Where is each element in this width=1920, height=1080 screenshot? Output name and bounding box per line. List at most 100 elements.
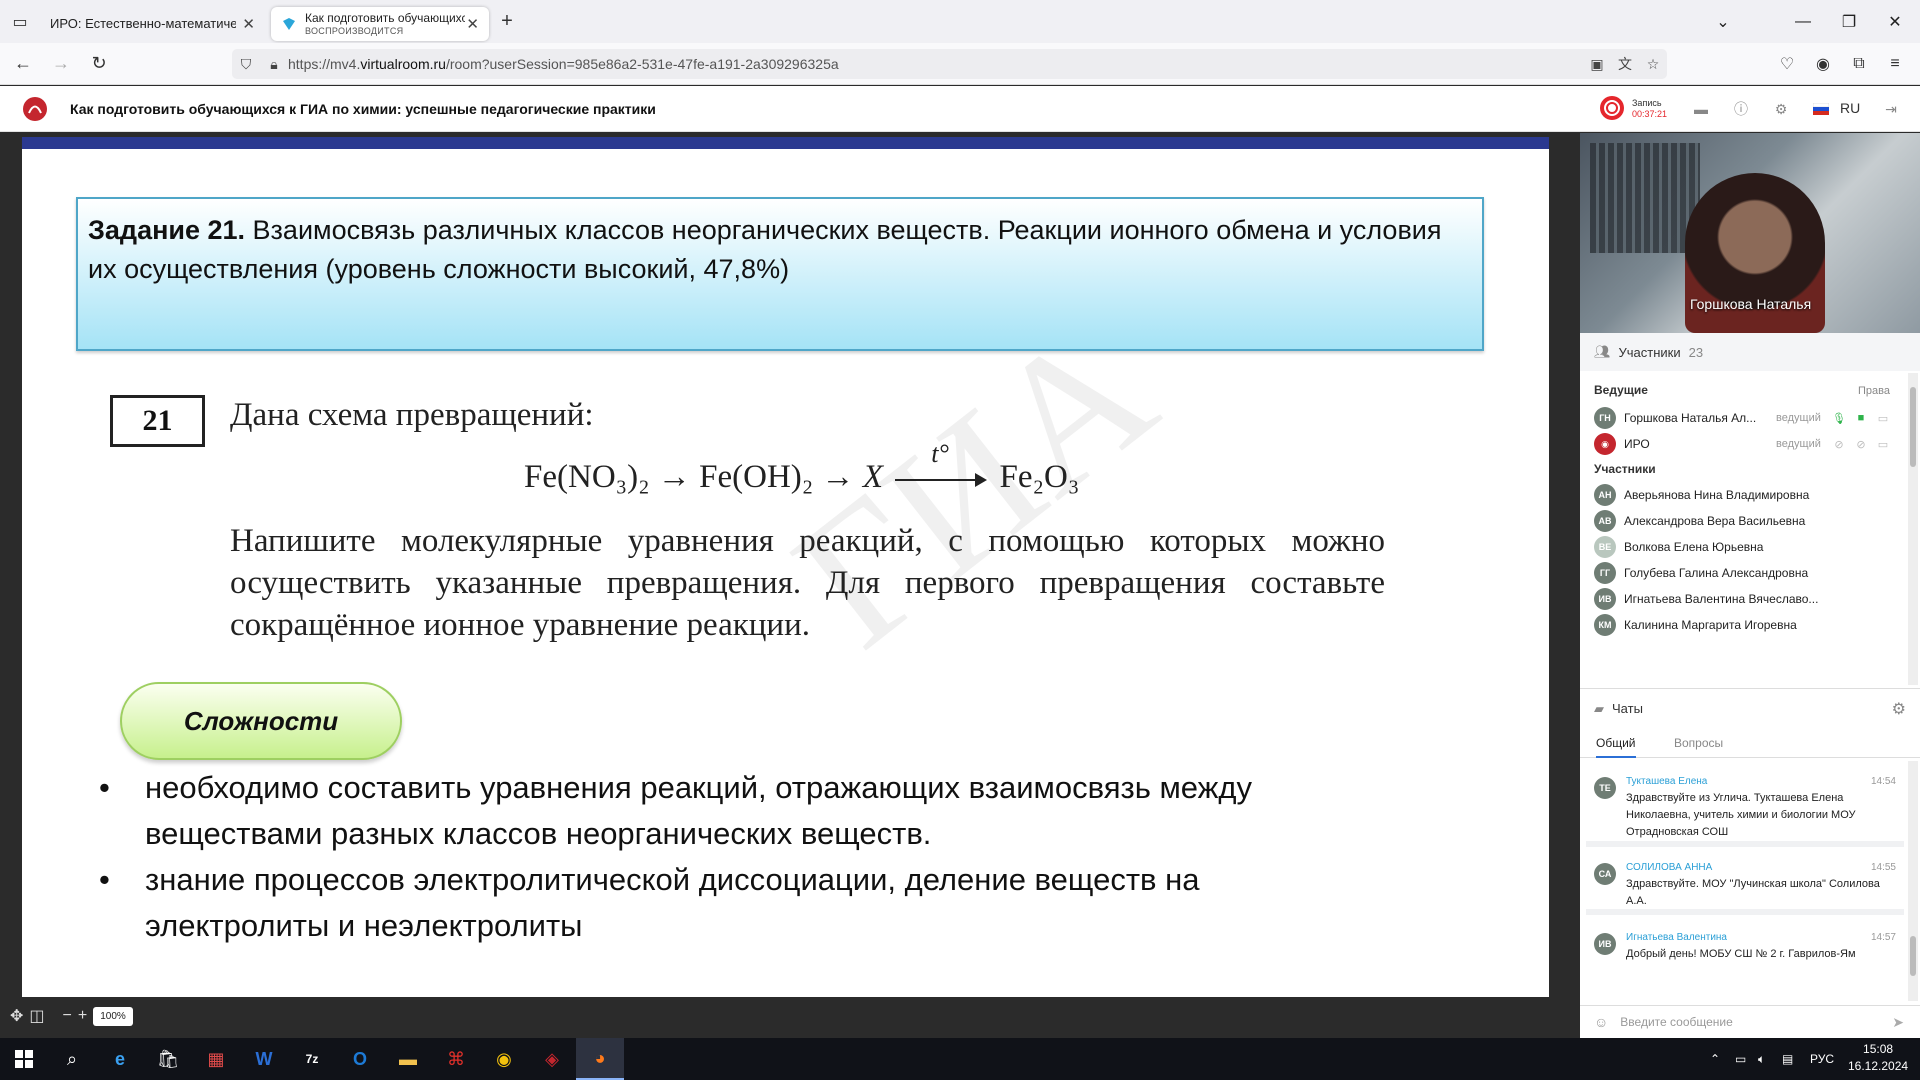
speaker-name: Горшкова Наталья [1690,296,1812,312]
back-icon[interactable]: ← [8,49,38,79]
volume-icon[interactable]: 🔈︎ [1758,1038,1765,1080]
zoom-level[interactable]: 100% [93,1006,133,1026]
exit-icon[interactable]: ⇥ [1880,98,1902,120]
participants-scrollbar[interactable] [1908,373,1918,685]
input-language[interactable]: РУС [1810,1038,1834,1080]
chat-message: ИВ Игнатьева Валентина 14:57 Добрый день… [1586,923,1904,969]
participant-row[interactable]: ГГ Голубева Галина Александровна [1594,561,1894,585]
zoom-out-icon[interactable]: − [63,1007,72,1025]
participants-header[interactable]: 👥︎ Участники 23 [1580,333,1920,371]
scrollbar-thumb[interactable] [1910,936,1916,976]
avatar: ГГ [1594,562,1616,584]
browser-nav-bar: ← → ↻ ⛉ 🔒︎ https://mv4.virtualroom.ru/ro… [0,43,1920,85]
tab-questions[interactable]: Вопросы [1674,736,1723,750]
chat-scrollbar[interactable] [1908,761,1918,1001]
minimize-icon[interactable]: — [1780,0,1826,43]
participant-row[interactable]: ВЕ Волкова Елена Юрьевна [1594,535,1894,559]
scrollbar-thumb[interactable] [1910,387,1916,467]
avatar: ГН [1594,407,1616,429]
pdf-app-icon[interactable]: ▦ [192,1038,240,1080]
lock-icon[interactable]: 🔒︎ [260,56,288,73]
7zip-icon[interactable]: 7z [288,1038,336,1080]
speaker-video[interactable]: Горшкова Наталья [1580,133,1920,333]
chat-input[interactable]: ☺ Введите сообщение ➤ [1580,1005,1920,1038]
extensions-icon[interactable]: ⧉ [1842,43,1876,85]
reload-icon[interactable]: ↻ [84,49,114,79]
send-icon[interactable]: ➤ [1892,1014,1904,1031]
pocket-icon[interactable]: ♡ [1770,43,1804,85]
translate-icon[interactable]: 文 [1611,54,1639,74]
avatar: ТЕ [1594,777,1616,799]
gear-icon[interactable]: ⚙ [1770,98,1792,120]
language-selector[interactable]: RU [1840,100,1860,116]
participant-row[interactable]: АН Аверьянова Нина Владимировна [1594,483,1894,507]
screen-share-icon[interactable]: ▭ [1872,438,1894,451]
participant-row[interactable]: КМ Калинина Маргарита Игоревна [1594,613,1894,637]
fit-icon[interactable]: ◫ [29,1006,44,1026]
zoom-in-icon[interactable]: + [78,1007,87,1025]
forward-icon[interactable]: → [46,49,76,79]
window-close-icon[interactable]: ✕ [1872,0,1918,43]
difficulties-list: необходимо составить уравнения реакций, … [85,765,1285,949]
tab-general[interactable]: Общий [1596,736,1636,758]
background-shelf [1590,143,1700,253]
slide-top-bar [22,137,1549,149]
url-bar[interactable]: ⛉ 🔒︎ https://mv4.virtualroom.ru/room?use… [232,49,1667,79]
acrobat-icon[interactable]: ⌘ [432,1038,480,1080]
network-icon[interactable]: ▭ [1735,1038,1746,1080]
host-row[interactable]: ◉ ИРО ведущий ⊘ ⊘ ▭ [1594,432,1894,456]
camera-off-icon[interactable]: ⊘ [1850,438,1872,451]
scheme-caption: Дана схема превращений: [230,397,594,433]
move-icon[interactable]: ✥ [10,1006,23,1026]
microphone-off-icon[interactable]: ⊘ [1828,438,1850,451]
folder-icon[interactable]: ▬ [1690,98,1712,120]
presentation-slide: ГИА Задание 21. Взаимосвязь различных кл… [22,137,1549,997]
participant-row[interactable]: ИВ Игнатьева Валентина Вячеславо... [1594,587,1894,611]
avatar: СА [1594,863,1616,885]
avatar: ВЕ [1594,536,1616,558]
record-icon[interactable] [1600,96,1624,120]
menu-icon[interactable]: ≡ [1878,43,1912,85]
participants-count: 23 [1688,344,1704,360]
gear-icon[interactable]: ⚙ [1892,699,1906,719]
system-clock[interactable]: 15:08 16.12.2024 [1848,1041,1908,1075]
store-icon[interactable]: 🛍︎ [144,1038,192,1080]
restore-icon[interactable]: ❐ [1826,0,1872,43]
browser-tab-1[interactable]: ИРО: Естественно-математическ ✕ [40,7,265,41]
host-row[interactable]: ГН Горшкова Наталья Ал... ведущий 🎙︎ ■ ▭ [1594,406,1894,430]
shield-icon[interactable]: ⛉ [232,56,260,73]
rights-label[interactable]: Права [1858,385,1890,397]
info-icon[interactable]: ⓘ [1730,98,1752,120]
outlook-icon[interactable]: O [336,1038,384,1080]
browser-tab-2[interactable]: Как подготовить обучающихс ВОСПРОИЗВОДИТ… [271,6,489,41]
tab-title: Как подготовить обучающихс [305,10,465,25]
edge-icon[interactable]: e [96,1038,144,1080]
camera-icon[interactable]: ■ [1850,412,1872,424]
tab-list-icon[interactable]: ▭ [0,0,40,43]
notification-icon[interactable]: ▤ [1782,1038,1793,1080]
emoji-icon[interactable]: ☺ [1594,1014,1608,1030]
bookmark-star-icon[interactable]: ☆ [1639,56,1667,73]
tray-chevron-icon[interactable]: ⌃ [1710,1038,1720,1080]
iro-logo-icon [23,96,47,121]
participant-row[interactable]: АВ Александрова Вера Васильевна [1594,509,1894,533]
chrome-icon[interactable]: ◉ [480,1038,528,1080]
file-explorer-icon[interactable]: ▬ [384,1038,432,1080]
account-icon[interactable]: ◉ [1806,43,1840,85]
screen-share-icon[interactable]: ▭ [1872,412,1894,425]
search-icon[interactable]: ⌕ [48,1038,96,1080]
firefox-icon[interactable]: ◕ [576,1038,624,1080]
record-status: Запись 00:37:21 [1632,98,1668,119]
new-tab-icon[interactable]: + [489,10,525,33]
word-icon[interactable]: W [240,1038,288,1080]
chats-header: ▰ Чаты ⚙ [1580,688,1920,728]
close-icon[interactable]: ✕ [242,15,255,33]
heating-arrow: t° [895,439,988,489]
page-title: Как подготовить обучающихся к ГИА по хим… [70,100,656,117]
tab-overflow-icon[interactable]: ⌄ [1700,0,1746,43]
iro-app-icon[interactable]: ◈ [528,1038,576,1080]
picture-in-picture-icon[interactable]: ▣ [1583,56,1611,73]
microphone-icon[interactable]: 🎙︎ [1828,412,1850,425]
windows-start-icon[interactable] [0,1038,48,1080]
close-icon[interactable]: ✕ [466,15,479,33]
